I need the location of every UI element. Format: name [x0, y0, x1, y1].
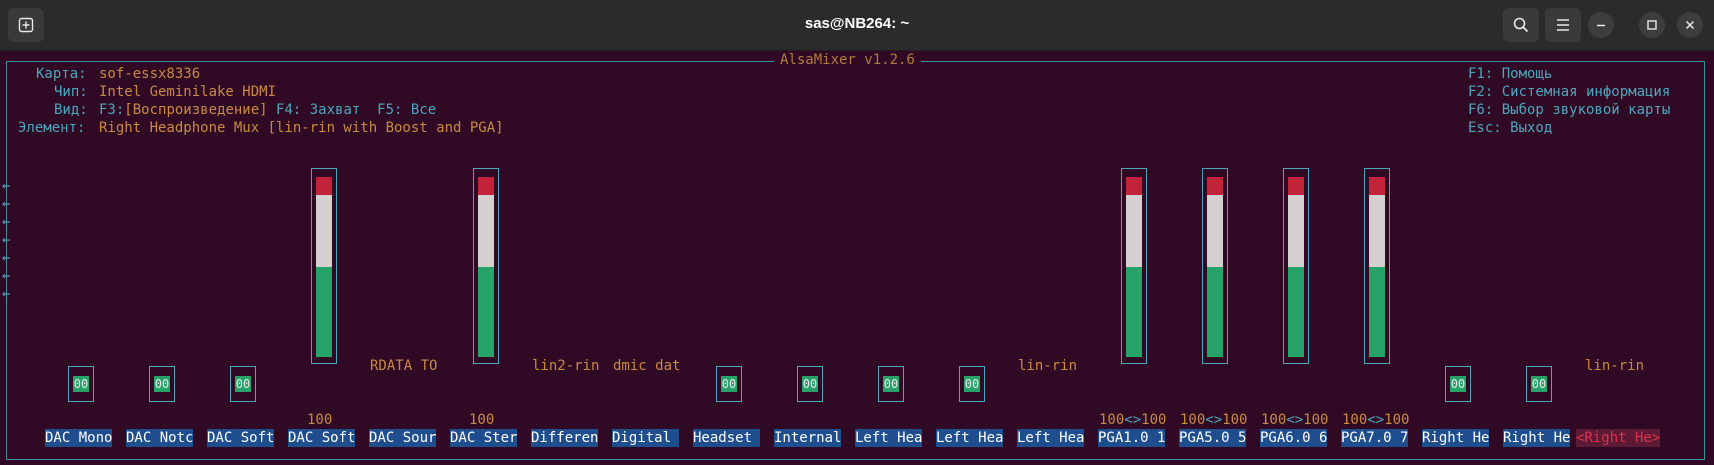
switch-right-he-1[interactable]: 00 — [1445, 366, 1471, 402]
help-f6: F6: Выбор звуковой карты — [1468, 102, 1671, 118]
switch-dac-soft[interactable]: 00 — [230, 366, 256, 402]
element-label: Элемент: — [18, 120, 86, 136]
control-label-dac-ster[interactable]: DAC Ster — [450, 429, 518, 447]
scroll-left-arrow: ← — [2, 268, 11, 284]
title-bar: sas@NB264: ~ — [0, 0, 1714, 51]
maximize-icon — [1647, 20, 1657, 30]
switch-internal[interactable]: 00 — [797, 366, 823, 402]
view-f3: F3: — [99, 102, 125, 118]
switch-headset[interactable]: 00 — [716, 366, 742, 402]
enum-value-differen: lin2-rin — [532, 358, 600, 374]
volume-value-pga7: 100<>100 — [1342, 412, 1410, 428]
view-current: [Воспроизведение] — [124, 102, 268, 118]
enum-value-digital: dmic dat — [613, 358, 681, 374]
enum-value-right-he: lin-rin — [1585, 358, 1645, 374]
control-label-dac-mono[interactable]: DAC Mono — [45, 429, 113, 447]
maximize-button[interactable] — [1639, 12, 1665, 38]
scroll-left-arrow: ← — [2, 214, 11, 230]
control-label-right-he-selected[interactable]: <Right He> — [1576, 429, 1661, 447]
menu-button[interactable] — [1545, 8, 1581, 42]
close-icon — [1685, 20, 1695, 30]
volume-value-pga5: 100<>100 — [1180, 412, 1248, 428]
switch-left-hea-1[interactable]: 00 — [878, 366, 904, 402]
mixer-header: AlsaMixer v1.2.6 — [774, 52, 921, 68]
control-label-pga6[interactable]: PGA6.0 6 — [1260, 429, 1328, 447]
control-label-digital[interactable]: Digital — [612, 429, 680, 447]
minimize-icon — [1597, 24, 1605, 27]
control-label-left-hea-2[interactable]: Left Hea — [936, 429, 1004, 447]
control-label-left-hea-1[interactable]: Left Hea — [855, 429, 923, 447]
control-label-headset[interactable]: Headset — [693, 429, 761, 447]
volume-bar-pga7[interactable] — [1364, 168, 1390, 364]
switch-state: 00 — [1450, 376, 1466, 392]
window-title: sas@NB264: ~ — [804, 15, 910, 32]
control-label-pga1[interactable]: PGA1.0 1 — [1098, 429, 1166, 447]
element-value: Right Headphone Mux [lin-rin with Boost … — [99, 120, 504, 136]
control-label-pga5[interactable]: PGA5.0 5 — [1179, 429, 1247, 447]
switch-state: 00 — [964, 376, 980, 392]
switch-state: 00 — [154, 376, 170, 392]
volume-bar-pga6[interactable] — [1283, 168, 1309, 364]
volume-value-pga1: 100<>100 — [1099, 412, 1167, 428]
control-label-dac-notc[interactable]: DAC Notc — [126, 429, 194, 447]
minimize-button[interactable] — [1588, 12, 1614, 38]
control-label-dac-soft-vol[interactable]: DAC Soft — [288, 429, 356, 447]
control-label-differen[interactable]: Differen — [531, 429, 599, 447]
switch-dac-mono[interactable]: 00 — [68, 366, 94, 402]
volume-value-dac-soft: 100 — [307, 412, 333, 428]
view-value[interactable]: F3:[Воспроизведение] F4: Захват F5: Все — [99, 101, 436, 119]
switch-state: 00 — [721, 376, 737, 392]
control-label-dac-soft[interactable]: DAC Soft — [207, 429, 275, 447]
control-label-dac-sour[interactable]: DAC Sour — [369, 429, 437, 447]
menu-icon — [1557, 19, 1569, 31]
switch-left-hea-2[interactable]: 00 — [959, 366, 985, 402]
control-label-left-hea-3[interactable]: Left Hea — [1017, 429, 1085, 447]
switch-state: 00 — [802, 376, 818, 392]
chip-label: Чип: — [54, 84, 88, 100]
view-label: Вид: — [54, 102, 88, 118]
switch-state: 00 — [235, 376, 251, 392]
volume-value-pga6: 100<>100 — [1261, 412, 1329, 428]
control-label-pga7[interactable]: PGA7.0 7 — [1341, 429, 1409, 447]
switch-dac-notc[interactable]: 00 — [149, 366, 175, 402]
help-f1: F1: Помощь — [1468, 66, 1553, 82]
terminal-area[interactable]: AlsaMixer v1.2.6 Карта: sof-essx8336 Чип… — [0, 51, 1714, 465]
switch-state: 00 — [1531, 376, 1547, 392]
help-f2: F2: Системная информация — [1468, 84, 1671, 100]
control-label-right-he-1[interactable]: Right He — [1422, 429, 1490, 447]
view-other: F4: Захват F5: Все — [267, 102, 437, 118]
scroll-left-arrow: ← — [2, 196, 11, 212]
control-label-right-he-2[interactable]: Right He — [1503, 429, 1571, 447]
switch-state: 00 — [73, 376, 89, 392]
scroll-left-arrow: ← — [2, 286, 11, 302]
close-button[interactable] — [1677, 12, 1703, 38]
volume-bar-dac-soft[interactable] — [311, 168, 337, 364]
card-label: Карта: — [36, 66, 87, 82]
chip-value: Intel Geminilake HDMI — [99, 84, 277, 100]
volume-bar-pga1[interactable] — [1121, 168, 1147, 364]
control-label-internal[interactable]: Internal — [774, 429, 842, 447]
volume-bar-dac-ster[interactable] — [473, 168, 499, 364]
enum-value-dac-sour: RDATA TO — [370, 358, 438, 374]
scroll-left-arrow: ← — [2, 178, 11, 194]
scroll-left-arrow: ← — [2, 232, 11, 248]
volume-bar-pga5[interactable] — [1202, 168, 1228, 364]
search-icon — [1513, 17, 1529, 33]
switch-state: 00 — [883, 376, 899, 392]
volume-value-dac-ster: 100 — [469, 412, 495, 428]
scroll-left-arrow: ← — [2, 250, 11, 266]
help-esc: Esc: Выход — [1468, 120, 1553, 136]
card-value: sof-essx8336 — [99, 66, 201, 82]
search-button[interactable] — [1503, 8, 1539, 42]
enum-value-left-hea: lin-rin — [1018, 358, 1078, 374]
switch-right-he-2[interactable]: 00 — [1526, 366, 1552, 402]
